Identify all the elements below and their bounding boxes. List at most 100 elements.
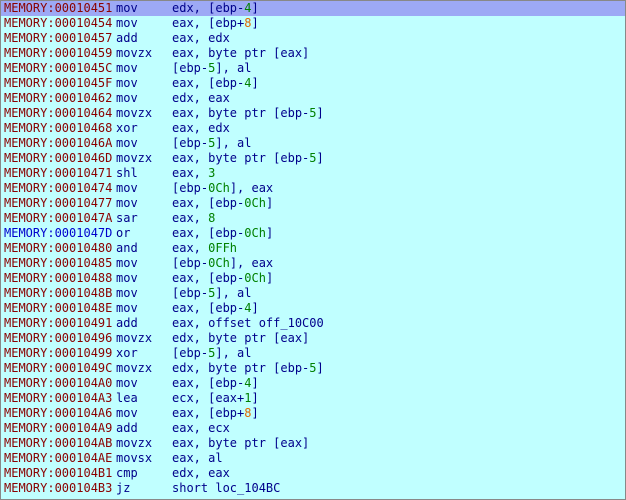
- operand-text: eax, al: [172, 451, 223, 465]
- mnemonic: jz: [116, 481, 131, 495]
- mnemonic: add: [116, 316, 138, 330]
- operands: [ebp-5], al: [172, 136, 625, 151]
- operands: edx, byte ptr [ebp-5]: [172, 361, 625, 376]
- listing-row[interactable]: MEMORY:0001047A sar eax, 8: [1, 211, 625, 226]
- operands: ecx, [eax+1]: [172, 391, 625, 406]
- listing-row[interactable]: MEMORY:0001045F mov eax, [ebp-4]: [1, 76, 625, 91]
- mnemonic: movzx: [116, 436, 153, 450]
- listing-row[interactable]: MEMORY:0001047D or eax, [ebp-0Ch]: [1, 226, 625, 241]
- listing-row[interactable]: MEMORY:000104B3 jz short loc_104BC: [1, 481, 625, 496]
- mnemonic: mov: [116, 406, 138, 420]
- listing-row[interactable]: MEMORY:00010491 add eax, offset off_10C00: [1, 316, 625, 331]
- mnemonic: mov: [116, 301, 138, 315]
- listing-row[interactable]: MEMORY:0001046A mov [ebp-5], al: [1, 136, 625, 151]
- listing-row[interactable]: MEMORY:00010477 mov eax, [ebp-0Ch]: [1, 196, 625, 211]
- listing-row[interactable]: MEMORY:000104B1 cmp edx, eax: [1, 466, 625, 481]
- operand-text: ]: [316, 151, 324, 165]
- listing-row[interactable]: MEMORY:00010499 xor [ebp-5], al: [1, 346, 625, 361]
- address: MEMORY:00010477: [4, 196, 113, 210]
- address: MEMORY:000104B1: [4, 466, 113, 480]
- operand-text: eax, byte ptr [ebp-: [172, 106, 310, 120]
- listing-row[interactable]: MEMORY:000104AB movzx eax, byte ptr [eax]: [1, 436, 625, 451]
- operand-text: [ebp-: [172, 181, 209, 195]
- address: MEMORY:000104B3: [4, 481, 113, 495]
- operand-text: eax, byte ptr [eax]: [172, 46, 310, 60]
- listing-row[interactable]: MEMORY:00010471 shl eax, 3: [1, 166, 625, 181]
- operands: eax, [ebp-4]: [172, 301, 625, 316]
- operands: eax, byte ptr [ebp-5]: [172, 151, 625, 166]
- listing-row[interactable]: MEMORY:00010480 and eax, 0FFh: [1, 241, 625, 256]
- listing-row[interactable]: MEMORY:00010485 mov [ebp-0Ch], eax: [1, 256, 625, 271]
- listing-row[interactable]: MEMORY:00010468 xor eax, edx: [1, 121, 625, 136]
- mnemonic: mov: [116, 271, 138, 285]
- mnemonic: movzx: [116, 151, 153, 165]
- listing-row[interactable]: MEMORY:00010496 movzx edx, byte ptr [eax]: [1, 331, 625, 346]
- address: MEMORY:00010496: [4, 331, 113, 345]
- operands: eax, [ebp-0Ch]: [172, 196, 625, 211]
- operand-text: ]: [251, 391, 259, 405]
- address: MEMORY:000104AE: [4, 451, 113, 465]
- listing-row[interactable]: MEMORY:000104A0 mov eax, [ebp-4]: [1, 376, 625, 391]
- operand-text: ]: [251, 301, 259, 315]
- mnemonic: or: [116, 226, 131, 240]
- address: MEMORY:000104A0: [4, 376, 113, 390]
- address: MEMORY:0001048B: [4, 286, 113, 300]
- address: MEMORY:00010480: [4, 241, 113, 255]
- operands: eax, al: [172, 451, 625, 466]
- operand-text: eax, [ebp-: [172, 76, 245, 90]
- address: MEMORY:0001045F: [4, 76, 113, 90]
- operand-text: eax, [ebp-: [172, 271, 245, 285]
- listing-row[interactable]: MEMORY:0001048B mov [ebp-5], al: [1, 286, 625, 301]
- listing-row[interactable]: MEMORY:000104A9 add eax, ecx: [1, 421, 625, 436]
- operands: eax, ecx: [172, 421, 625, 436]
- operands: short loc_104BC: [172, 481, 625, 496]
- address: MEMORY:000104A6: [4, 406, 113, 420]
- operand-text: ], al: [215, 286, 252, 300]
- disassembly-listing[interactable]: MEMORY:00010451 mov edx, [ebp-4] MEMORY:000…: [0, 0, 626, 500]
- operand-text: ]: [265, 271, 274, 285]
- listing-row[interactable]: MEMORY:000104A6 mov eax, [ebp+8]: [1, 406, 625, 421]
- listing-row[interactable]: MEMORY:0001049C movzx edx, byte ptr [ebp-5…: [1, 361, 625, 376]
- listing-row[interactable]: MEMORY:00010488 mov eax, [ebp-0Ch]: [1, 271, 625, 286]
- listing-row[interactable]: MEMORY:000104AE movsx eax, al: [1, 451, 625, 466]
- mnemonic: mov: [116, 16, 138, 30]
- listing-row[interactable]: MEMORY:00010459 movzx eax, byte ptr [eax]: [1, 46, 625, 61]
- operands: eax, [ebp-4]: [172, 76, 625, 91]
- operands: eax, 0FFh: [172, 241, 625, 256]
- address: MEMORY:0001049C: [4, 361, 113, 375]
- address: MEMORY:000104A9: [4, 421, 113, 435]
- listing-row[interactable]: MEMORY:00010454 mov eax, [ebp+8]: [1, 16, 625, 31]
- mnemonic: mov: [116, 61, 138, 75]
- listing-row[interactable]: MEMORY:00010462 mov edx, eax: [1, 91, 625, 106]
- operand-text: eax, [ebp-: [172, 226, 245, 240]
- listing-row[interactable]: MEMORY:0001046D movzx eax, byte ptr [ebp-5…: [1, 151, 625, 166]
- operand-text: edx, byte ptr [eax]: [172, 331, 310, 345]
- operands: edx, byte ptr [eax]: [172, 331, 625, 346]
- address: MEMORY:00010485: [4, 256, 113, 270]
- listing-row[interactable]: MEMORY:0001045C mov [ebp-5], al: [1, 61, 625, 76]
- operands: [ebp-5], al: [172, 61, 625, 76]
- listing-row[interactable]: MEMORY:00010457 add eax, edx: [1, 31, 625, 46]
- operand-text: [ebp-: [172, 136, 209, 150]
- listing-row[interactable]: MEMORY:00010464 movzx eax, byte ptr [ebp-5…: [1, 106, 625, 121]
- operands: eax, 3: [172, 166, 625, 181]
- mnemonic: mov: [116, 136, 138, 150]
- operand-text: eax, edx: [172, 121, 230, 135]
- operand-text: ]: [251, 76, 259, 90]
- operands: [ebp-5], al: [172, 286, 625, 301]
- operand-constant: 5: [309, 106, 317, 120]
- operands: eax, 8: [172, 211, 625, 226]
- operand-constant: 0FFh: [208, 241, 238, 255]
- listing-row[interactable]: MEMORY:00010451 mov edx, [ebp-4]: [1, 1, 625, 16]
- listing-row[interactable]: MEMORY:000104A3 lea ecx, [eax+1]: [1, 391, 625, 406]
- listing-row[interactable]: MEMORY:0001048E mov eax, [ebp-4]: [1, 301, 625, 316]
- address: MEMORY:00010471: [4, 166, 113, 180]
- operand-text: ]: [265, 196, 274, 210]
- operand-text: eax, offset off_10C00: [172, 316, 324, 330]
- mnemonic: lea: [116, 391, 138, 405]
- operands: eax, byte ptr [eax]: [172, 436, 625, 451]
- operands: eax, byte ptr [ebp-5]: [172, 106, 625, 121]
- address: MEMORY:00010459: [4, 46, 113, 60]
- mnemonic: movzx: [116, 106, 153, 120]
- listing-row[interactable]: MEMORY:00010474 mov [ebp-0Ch], eax: [1, 181, 625, 196]
